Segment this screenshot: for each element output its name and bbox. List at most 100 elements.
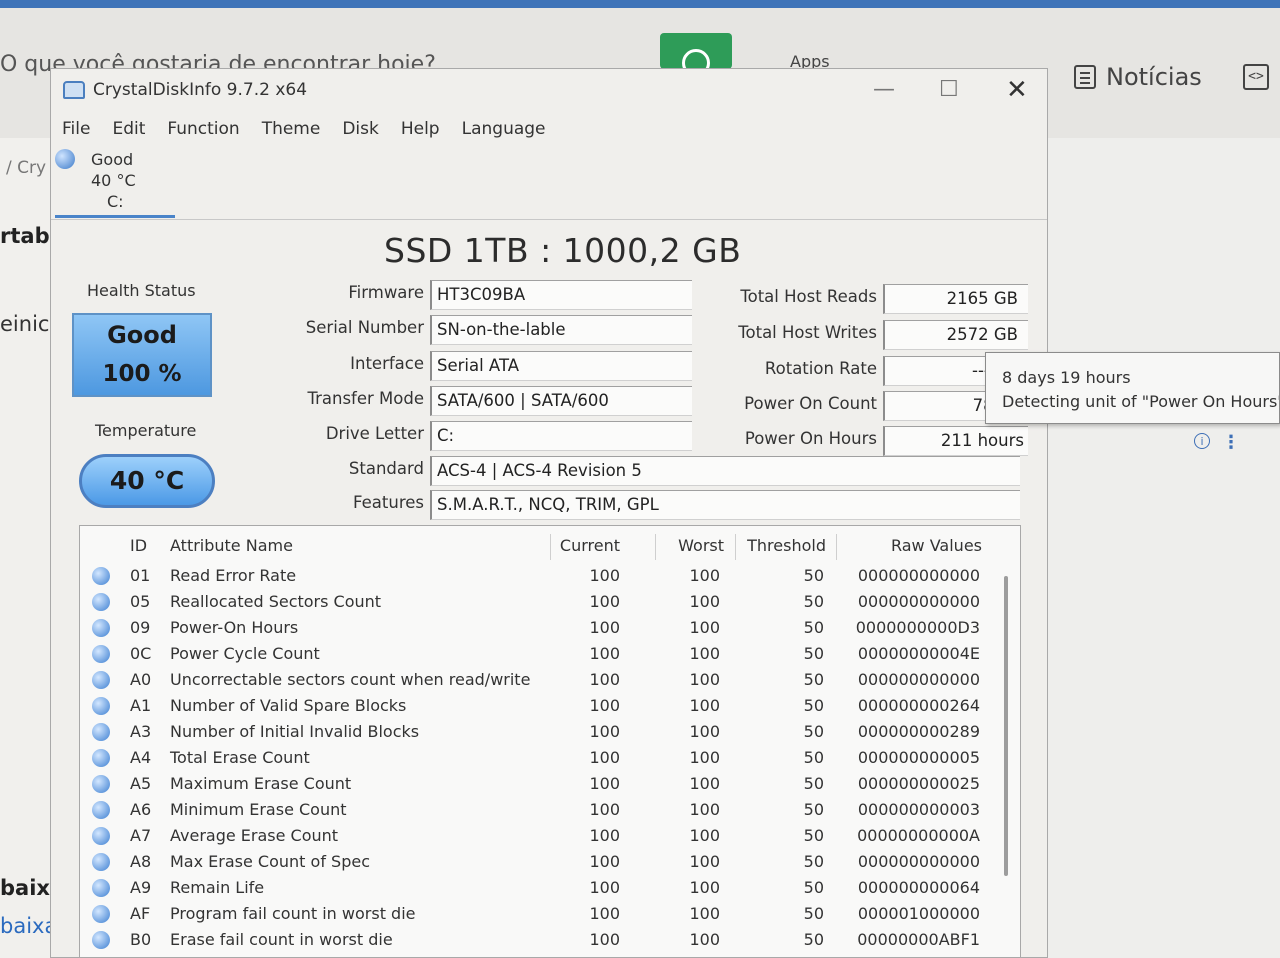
attribute-id: AF bbox=[130, 904, 151, 923]
worst-value: 100 bbox=[689, 670, 720, 689]
more-options-icon[interactable]: ⋮ bbox=[1222, 432, 1240, 453]
smart-attribute-table: ID Attribute Name Current Worst Threshol… bbox=[79, 525, 1021, 957]
threshold-value: 50 bbox=[803, 566, 824, 585]
status-dot-icon bbox=[92, 905, 110, 923]
attribute-id: 0C bbox=[130, 644, 152, 663]
attribute-id: A0 bbox=[130, 670, 152, 689]
menu-help[interactable]: Help bbox=[401, 119, 440, 139]
menu-disk[interactable]: Disk bbox=[342, 119, 379, 139]
table-row[interactable]: A7 Average Erase Count 100 100 50 00000000000… bbox=[80, 824, 1020, 850]
header-current[interactable]: Current bbox=[550, 536, 620, 555]
table-row[interactable]: A5 Maximum Erase Count 100 100 50 00000000002… bbox=[80, 772, 1020, 798]
tab-drive-letter: C: bbox=[107, 192, 124, 211]
drive-letter-label: Drive Letter bbox=[325, 424, 424, 443]
attribute-name: Power-On Hours bbox=[170, 618, 299, 637]
health-status-badge[interactable]: Good 100 % bbox=[72, 313, 212, 397]
temperature-badge[interactable]: 40 °C bbox=[79, 454, 215, 508]
attribute-name: Minimum Erase Count bbox=[170, 800, 347, 819]
power-on-hours-field[interactable]: 211 hours bbox=[883, 426, 1028, 456]
attribute-name: Power Cycle Count bbox=[170, 644, 320, 663]
header-attribute-name[interactable]: Attribute Name bbox=[170, 536, 293, 555]
table-scrollbar[interactable] bbox=[1004, 576, 1008, 876]
info-icon[interactable]: i bbox=[1194, 433, 1210, 449]
table-row[interactable]: AF Program fail count in worst die 100 100 5… bbox=[80, 902, 1020, 928]
threshold-value: 50 bbox=[803, 800, 824, 819]
worst-value: 100 bbox=[689, 592, 720, 611]
table-row[interactable]: A0 Uncorrectable sectors count when read/… bbox=[80, 668, 1020, 694]
table-row[interactable]: 01 Read Error Rate 100 100 50 000000000000 bbox=[80, 564, 1020, 590]
table-row[interactable]: 0C Power Cycle Count 100 100 50 00000000004E bbox=[80, 642, 1020, 668]
embed-icon[interactable]: <> bbox=[1243, 64, 1269, 90]
raw-value: 000001000000 bbox=[857, 904, 980, 923]
menu-edit[interactable]: Edit bbox=[112, 119, 145, 139]
worst-value: 100 bbox=[689, 904, 720, 923]
column-separator bbox=[836, 534, 837, 560]
menu-bar: File Edit Function Theme Disk Help Langu… bbox=[51, 113, 1047, 145]
disk-tab-c[interactable]: Good 40 °C C: bbox=[55, 147, 175, 218]
table-row[interactable]: A8 Max Erase Count of Spec 100 100 50 0000000… bbox=[80, 850, 1020, 876]
table-row[interactable]: B1Total Wear Level Count1001005000000000… bbox=[80, 954, 1020, 957]
minimize-button[interactable]: — bbox=[873, 77, 895, 102]
menu-theme[interactable]: Theme bbox=[262, 119, 321, 139]
news-link[interactable]: Notícias bbox=[1074, 62, 1202, 92]
status-dot-icon bbox=[92, 775, 110, 793]
raw-value: 00000000004E bbox=[857, 644, 980, 663]
divider bbox=[51, 219, 1047, 220]
status-dot-icon bbox=[92, 723, 110, 741]
current-value: 100 bbox=[589, 566, 620, 585]
attribute-name: Number of Initial Invalid Blocks bbox=[170, 722, 420, 741]
threshold-value: 50 bbox=[803, 904, 824, 923]
browser-right-panel bbox=[1046, 138, 1280, 958]
status-dot-icon bbox=[92, 671, 110, 689]
status-dot-icon bbox=[92, 593, 110, 611]
total-host-writes-field: 2572 GB bbox=[883, 320, 1028, 350]
search-button[interactable] bbox=[660, 33, 732, 77]
raw-value: 000000000000 bbox=[857, 592, 980, 611]
menu-language[interactable]: Language bbox=[462, 119, 546, 139]
table-row[interactable]: A4 Total Erase Count 100 100 50 000000000005 bbox=[80, 746, 1020, 772]
threshold-value: 50 bbox=[803, 722, 824, 741]
maximize-button[interactable]: ☐ bbox=[939, 77, 959, 102]
table-row[interactable]: A3 Number of Initial Invalid Blocks 100 100… bbox=[80, 720, 1020, 746]
health-status-label: Health Status bbox=[87, 281, 196, 300]
status-dot-icon bbox=[92, 879, 110, 897]
current-value: 100 bbox=[589, 904, 620, 923]
header-id[interactable]: ID bbox=[130, 536, 147, 555]
menu-file[interactable]: File bbox=[62, 119, 90, 139]
header-raw-values[interactable]: Raw Values bbox=[840, 536, 982, 555]
threshold-value: 50 bbox=[803, 930, 824, 949]
attribute-id: A7 bbox=[130, 826, 152, 845]
attribute-id: 01 bbox=[130, 566, 151, 585]
worst-value: 100 bbox=[689, 748, 720, 767]
status-dot-icon bbox=[92, 801, 110, 819]
menu-function[interactable]: Function bbox=[167, 119, 239, 139]
features-field: S.M.A.R.T., NCQ, TRIM, GPL bbox=[430, 490, 1020, 520]
table-row[interactable]: 05 Reallocated Sectors Count 100 100 50 00000… bbox=[80, 590, 1020, 616]
attribute-id: 09 bbox=[130, 618, 151, 637]
current-value: 100 bbox=[589, 800, 620, 819]
window-title: CrystalDiskInfo 9.7.2 x64 bbox=[93, 80, 308, 100]
table-row[interactable]: A9 Remain Life 100 100 50 000000000064 bbox=[80, 876, 1020, 902]
table-row[interactable]: B0 Erase fail count in worst die 100 100 50 0… bbox=[80, 928, 1020, 954]
app-icon bbox=[63, 81, 85, 99]
temperature-label: Temperature bbox=[95, 421, 197, 440]
attribute-id: B0 bbox=[130, 930, 152, 949]
raw-value: 00000000ABF1 bbox=[857, 930, 980, 949]
power-on-hours-label: Power On Hours bbox=[744, 429, 877, 448]
serial-number-label: Serial Number bbox=[305, 318, 424, 337]
header-worst[interactable]: Worst bbox=[650, 536, 724, 555]
table-row[interactable]: A1 Number of Valid Spare Blocks 100 100 50 00… bbox=[80, 694, 1020, 720]
threshold-value: 50 bbox=[803, 618, 824, 637]
current-value: 100 bbox=[589, 852, 620, 871]
threshold-value: 50 bbox=[803, 696, 824, 715]
worst-value: 100 bbox=[689, 930, 720, 949]
table-row[interactable]: 09 Power-On Hours 100 100 50 0000000000D3 bbox=[80, 616, 1020, 642]
title-bar[interactable]: CrystalDiskInfo 9.7.2 x64 — ☐ ✕ bbox=[51, 69, 1047, 113]
raw-value: 00000000000A bbox=[857, 826, 980, 845]
table-row[interactable]: A6 Minimum Erase Count 100 100 50 00000000000… bbox=[80, 798, 1020, 824]
header-threshold[interactable]: Threshold bbox=[740, 536, 826, 555]
close-button[interactable]: ✕ bbox=[1006, 75, 1028, 105]
features-label: Features bbox=[353, 493, 424, 512]
status-dot-icon bbox=[92, 697, 110, 715]
worst-value: 100 bbox=[689, 566, 720, 585]
